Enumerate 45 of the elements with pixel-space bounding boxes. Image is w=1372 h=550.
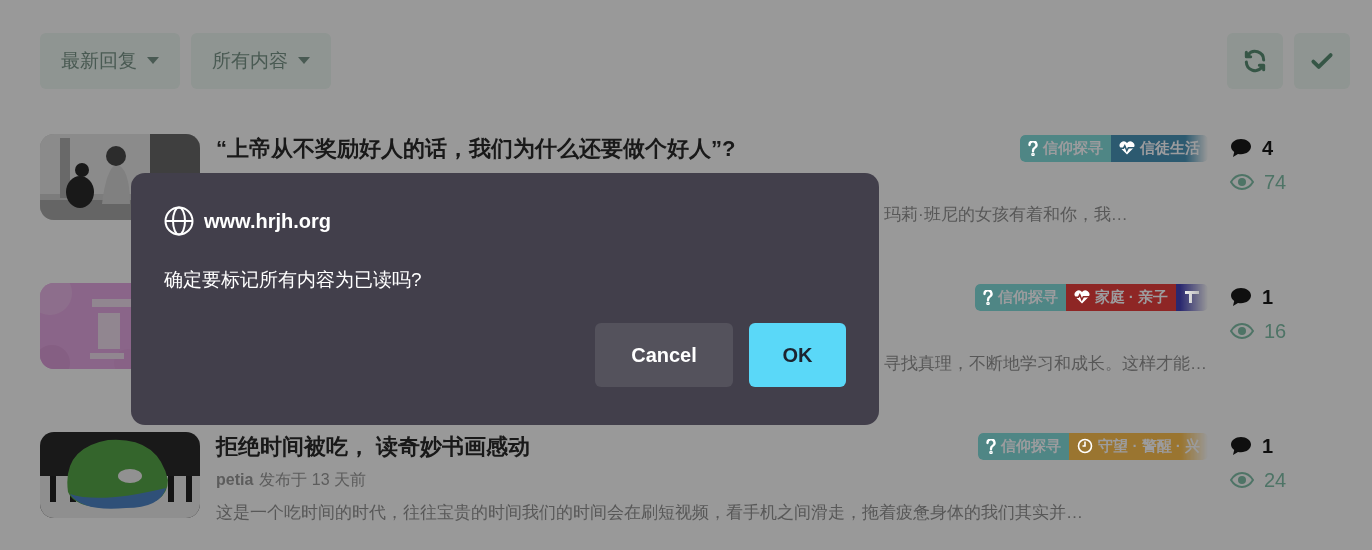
reply-count: 4 (1262, 136, 1274, 161)
topic-excerpt: 这是一个吃时间的时代，往往宝贵的时间我们的时间会在刷短视频，看手机之间滑走，拖着疲惫身体的我们其实并… (216, 503, 1083, 522)
view-count: 74 (1264, 170, 1287, 195)
dialog-host: www.hrjh.org (204, 209, 332, 234)
question-mark-icon (986, 438, 997, 454)
topic-title[interactable]: 拒绝时间被吃， 读奇妙书画感动 (216, 433, 531, 459)
eye-icon (1230, 323, 1254, 339)
reply-count: 1 (1262, 285, 1274, 310)
category-tag[interactable]: 守望 · 警醒 · 兴 (1069, 432, 1208, 460)
block-icon (1184, 289, 1200, 305)
dialog-message: 确定要标记所有内容为已读吗? (164, 268, 423, 292)
eye-icon (1230, 174, 1254, 190)
refresh-button[interactable] (1227, 33, 1283, 89)
comment-icon (1230, 287, 1252, 307)
heartbeat-icon (1119, 141, 1135, 155)
view-count: 24 (1264, 468, 1287, 493)
category-tag[interactable]: 信仰探寻 (974, 283, 1066, 311)
category-tag[interactable]: 信仰探寻 (1020, 134, 1111, 162)
question-mark-icon (1028, 140, 1038, 156)
question-mark-icon (982, 289, 993, 305)
category-tag[interactable]: 家庭 · 亲子 (1065, 283, 1176, 311)
filter-dropdown[interactable]: 最新回复 (40, 33, 180, 89)
clock-icon (1077, 438, 1094, 454)
author-name[interactable]: petia (216, 468, 254, 492)
category-tag[interactable] (1176, 283, 1208, 311)
refresh-icon (1242, 48, 1268, 74)
view-count: 16 (1264, 319, 1287, 344)
mark-read-button[interactable] (1294, 33, 1350, 89)
comment-icon (1230, 436, 1252, 456)
topic-title[interactable]: “上帝从不奖励好人的话，我们为什么还要做个好人”? (216, 135, 736, 161)
topic-excerpt: 寻找真理，不断地学习和成长。这样才能… (884, 354, 1207, 373)
category-tag[interactable]: 信徒生活 (1111, 134, 1208, 162)
cancel-button[interactable]: Cancel (595, 322, 733, 387)
category-tag[interactable]: 信仰探寻 (978, 432, 1070, 460)
reply-count: 1 (1262, 434, 1274, 459)
post-time: 发布于 13 天前 (259, 470, 367, 490)
topic-excerpt: 玛莉·班尼的女孩有着和你，我… (884, 205, 1128, 224)
eye-icon (1230, 472, 1254, 488)
filter-dropdown[interactable]: 所有内容 (191, 33, 331, 89)
caret-icon (298, 57, 310, 65)
comment-icon (1230, 138, 1252, 158)
heartbeat-icon (1073, 290, 1090, 304)
ok-button[interactable]: OK (749, 322, 846, 387)
caret-icon (147, 57, 159, 65)
globe-icon (164, 206, 194, 236)
